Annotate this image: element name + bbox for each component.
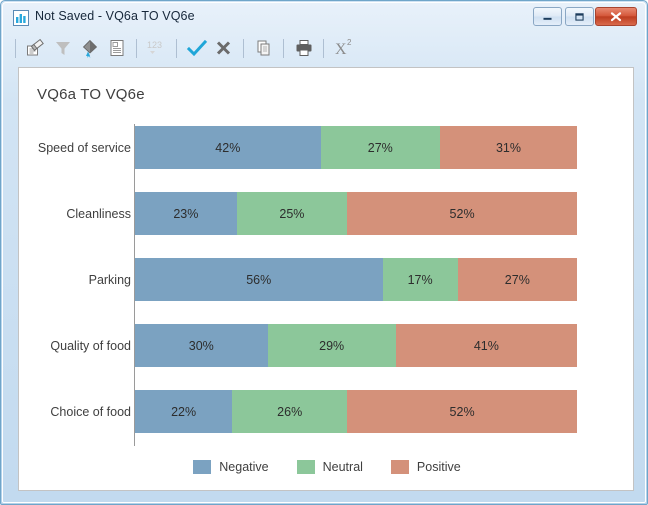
- bar-value-label: 29%: [319, 338, 345, 353]
- toolbar-separator: [323, 38, 324, 58]
- toolbar-separator: [283, 38, 284, 58]
- bar-segment-negative[interactable]: 22%: [135, 390, 233, 433]
- category-label: Cleanliness: [66, 206, 131, 221]
- close-button[interactable]: [595, 7, 637, 26]
- chart-panel[interactable]: VQ6a TO VQ6e Speed of service 42% 27% 31% Cl…: [18, 67, 634, 491]
- bar-value-label: 31%: [495, 140, 521, 155]
- legend-label: Neutral: [322, 460, 363, 474]
- chart-plot-area: Speed of service 42% 27% 31% Cleanliness 23% 2…: [19, 68, 633, 490]
- bar-row[interactable]: Parking 56% 17% 27%: [19, 258, 633, 301]
- accept-check-icon[interactable]: [183, 35, 210, 61]
- toolbar-separator: [136, 38, 137, 58]
- stacked-bar: 23% 25% 52%: [135, 192, 577, 235]
- category-label: Parking: [88, 272, 131, 287]
- bar-value-label: 26%: [277, 404, 303, 419]
- chart-legend: Negative Neutral Positive: [19, 460, 633, 474]
- print-icon[interactable]: [290, 35, 317, 61]
- bar-value-label: 42%: [215, 140, 241, 155]
- legend-swatch-neutral: [296, 460, 315, 474]
- window-inner-frame: Not Saved - VQ6a TO VQ6e A 123 Χ 2 VQ6a …: [2, 2, 646, 503]
- bar-segment-negative[interactable]: 56%: [135, 258, 383, 301]
- bar-row[interactable]: Speed of service 42% 27% 31%: [19, 126, 633, 169]
- bar-value-label: 56%: [246, 272, 272, 287]
- legend-swatch-positive: [390, 460, 409, 474]
- bar-row[interactable]: Quality of food 30% 29% 41%: [19, 324, 633, 367]
- bar-segment-negative[interactable]: 23%: [135, 192, 237, 235]
- bar-segment-neutral[interactable]: 17%: [382, 258, 458, 301]
- bar-segment-positive[interactable]: 41%: [395, 324, 577, 367]
- legend-item[interactable]: Negative: [193, 460, 269, 474]
- bar-chart-icon: [13, 10, 29, 26]
- legend-item[interactable]: Positive: [390, 460, 461, 474]
- maximize-button[interactable]: [565, 7, 594, 26]
- legend-item[interactable]: Neutral: [296, 460, 363, 474]
- bar-segment-neutral[interactable]: 26%: [232, 390, 348, 433]
- bar-segment-negative[interactable]: 30%: [135, 324, 268, 367]
- toolbar-separator: [243, 38, 244, 58]
- bar-value-label: 30%: [188, 338, 214, 353]
- edit-chart-icon[interactable]: [22, 35, 49, 61]
- chi-square-icon[interactable]: Χ 2: [330, 35, 357, 61]
- svg-text:123: 123: [147, 40, 162, 50]
- bar-value-label: 41%: [473, 338, 499, 353]
- bar-value-label: 27%: [504, 272, 530, 287]
- bar-segment-positive[interactable]: 52%: [347, 192, 577, 235]
- stacked-bar: 22% 26% 52%: [135, 390, 577, 433]
- bar-segment-neutral[interactable]: 29%: [267, 324, 396, 367]
- filter-icon[interactable]: [49, 35, 76, 61]
- window-title: Not Saved - VQ6a TO VQ6e: [35, 9, 195, 23]
- application-window: Not Saved - VQ6a TO VQ6e A 123 Χ 2 VQ6a …: [0, 0, 648, 505]
- bar-row[interactable]: Cleanliness 23% 25% 52%: [19, 192, 633, 235]
- bar-row[interactable]: Choice of food 22% 26% 52%: [19, 390, 633, 433]
- table-view-icon[interactable]: [103, 35, 130, 61]
- bar-segment-neutral[interactable]: 27%: [320, 126, 440, 169]
- bar-segment-positive[interactable]: 31%: [439, 126, 577, 169]
- bar-segment-positive[interactable]: 27%: [457, 258, 577, 301]
- bar-value-label: 52%: [449, 404, 475, 419]
- toolbar-separator: [15, 38, 16, 58]
- legend-swatch-negative: [193, 460, 212, 474]
- bar-value-label: 27%: [367, 140, 393, 155]
- bar-value-label: 17%: [407, 272, 433, 287]
- bar-segment-neutral[interactable]: 25%: [236, 192, 348, 235]
- bar-value-label: 23%: [173, 206, 199, 221]
- copy-icon[interactable]: [250, 35, 277, 61]
- fill-color-icon[interactable]: A: [76, 35, 103, 61]
- category-label: Quality of food: [50, 338, 131, 353]
- svg-text:2: 2: [347, 38, 352, 47]
- category-label: Choice of food: [50, 404, 131, 419]
- toolbar: A 123 Χ 2: [9, 33, 639, 63]
- bar-value-label: 22%: [171, 404, 197, 419]
- numbers-icon: 123: [143, 35, 170, 61]
- bar-segment-negative[interactable]: 42%: [135, 126, 321, 169]
- legend-label: Negative: [219, 460, 269, 474]
- svg-text:A: A: [87, 54, 91, 59]
- bar-segment-positive[interactable]: 52%: [347, 390, 577, 433]
- cancel-x-icon[interactable]: [210, 35, 237, 61]
- stacked-bar: 42% 27% 31%: [135, 126, 577, 169]
- minimize-button[interactable]: [533, 7, 562, 26]
- stacked-bar: 56% 17% 27%: [135, 258, 577, 301]
- toolbar-separator: [176, 38, 177, 58]
- title-bar[interactable]: Not Saved - VQ6a TO VQ6e: [3, 3, 645, 32]
- bar-value-label: 25%: [279, 206, 305, 221]
- legend-label: Positive: [416, 460, 461, 474]
- svg-text:Χ: Χ: [335, 41, 347, 58]
- category-label: Speed of service: [37, 140, 131, 155]
- bar-value-label: 52%: [449, 206, 475, 221]
- stacked-bar: 30% 29% 41%: [135, 324, 577, 367]
